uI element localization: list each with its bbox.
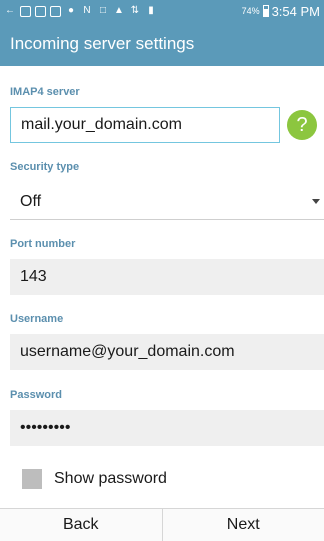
username-input[interactable]: username@your_domain.com [10,334,324,370]
next-button[interactable]: Next [161,509,324,541]
security-type-select[interactable]: Off [10,184,324,220]
imap-server-input[interactable]: mail.your_domain.com [10,107,280,143]
port-number-input[interactable]: 143 [10,259,324,295]
notification-icons: ← ● N □ ▲ ⇅ ▮ [4,5,157,17]
show-password-row[interactable]: Show password [22,469,167,489]
back-button[interactable]: Back [0,509,162,541]
battery-icon [262,5,269,17]
screenshot-icon: □ [99,5,107,16]
help-icon[interactable]: ? [287,110,317,140]
nfc-icon: N [83,5,91,16]
calendar-icon [35,5,46,17]
bluetooth-icon: ● [67,5,75,16]
password-label: Password [10,389,62,401]
battery-percent: 74% [241,6,260,16]
signal-icon: ▮ [148,5,154,16]
password-input[interactable]: ••••••••• [10,410,324,446]
username-label: Username [10,313,64,325]
lte-icon: ⇅ [130,5,140,16]
bottom-bar: Back Next [0,508,324,541]
dropdown-arrow-icon [312,199,320,204]
wifi-icon: ▲ [114,5,124,16]
show-password-label: Show password [54,470,167,487]
back-arrow-icon: ← [5,5,15,16]
clock: 3:54 PM [271,3,320,19]
storage-icon [50,5,61,17]
sim-icon [20,5,31,17]
status-bar: ← ● N □ ▲ ⇅ ▮ 74% 3:54 PM [0,0,324,22]
security-type-value: Off [20,192,42,210]
security-type-label: Security type [10,161,80,173]
page-title: Incoming server settings [0,22,324,66]
imap-server-label: IMAP4 server [10,86,80,98]
port-number-label: Port number [10,238,76,250]
show-password-checkbox[interactable] [22,469,42,489]
